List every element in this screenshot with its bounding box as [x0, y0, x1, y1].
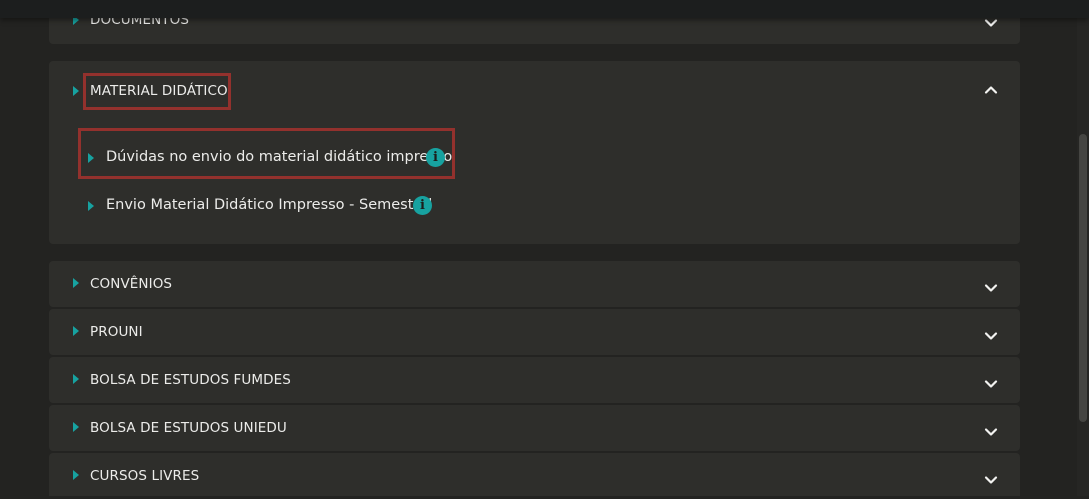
accordion-convenios: CONVÊNIOS: [49, 261, 1020, 307]
chevron-down-icon[interactable]: [984, 425, 998, 439]
accordion-header-convenios[interactable]: CONVÊNIOS: [49, 261, 1020, 307]
scrollbar-thumb[interactable]: [1079, 134, 1087, 422]
caret-right-icon: [88, 153, 94, 163]
accordion-title: MATERIAL DIDÁTICO: [90, 83, 228, 99]
caret-right-icon: [73, 470, 79, 480]
chevron-down-icon[interactable]: [984, 377, 998, 391]
caret-right-icon: [73, 326, 79, 336]
accordion-header-cursos-livres[interactable]: CURSOS LIVRES: [49, 453, 1020, 499]
accordion-bolsa-fumdes: BOLSA DE ESTUDOS FUMDES: [49, 357, 1020, 403]
caret-right-icon: [88, 201, 94, 211]
accordion-title: CONVÊNIOS: [90, 276, 173, 292]
chevron-up-icon[interactable]: [984, 83, 998, 97]
chevron-down-icon[interactable]: [984, 16, 998, 30]
chevron-down-icon[interactable]: [984, 329, 998, 343]
caret-right-icon: [73, 278, 79, 288]
info-icon[interactable]: i: [426, 148, 445, 167]
caret-right-icon: [73, 374, 79, 384]
accordion-header-bolsa-fumdes[interactable]: BOLSA DE ESTUDOS FUMDES: [49, 357, 1020, 403]
list-item[interactable]: Dúvidas no envio do material didático im…: [88, 146, 458, 170]
info-icon[interactable]: i: [413, 196, 432, 215]
accordion-header-bolsa-uniedu[interactable]: BOLSA DE ESTUDOS UNIEDU: [49, 405, 1020, 451]
accordion-title: BOLSA DE ESTUDOS UNIEDU: [90, 420, 287, 436]
accordion-material-didatico: MATERIAL DIDÁTICO Dúvidas no envio do ma…: [49, 61, 1020, 244]
list-item-label: Envio Material Didático Impresso - Semes…: [106, 197, 433, 213]
top-bar: [0, 0, 1089, 18]
accordion-header-prouni[interactable]: PROUNI: [49, 309, 1020, 355]
accordion-title: BOLSA DE ESTUDOS FUMDES: [90, 372, 291, 388]
caret-right-icon: [73, 86, 79, 96]
scrollbar[interactable]: [1077, 0, 1089, 496]
accordion-title: CURSOS LIVRES: [90, 468, 200, 484]
accordion-title: PROUNI: [90, 324, 143, 340]
caret-right-icon: [73, 422, 79, 432]
chevron-down-icon[interactable]: [984, 281, 998, 295]
accordion-bolsa-uniedu: BOLSA DE ESTUDOS UNIEDU: [49, 405, 1020, 451]
accordion-prouni: PROUNI: [49, 309, 1020, 355]
chevron-down-icon[interactable]: [984, 473, 998, 487]
accordion-header-material-didatico[interactable]: MATERIAL DIDÁTICO: [49, 61, 1020, 121]
list-item-label: Dúvidas no envio do material didático im…: [106, 149, 453, 165]
list-item[interactable]: Envio Material Didático Impresso - Semes…: [88, 194, 448, 218]
accordion-cursos-livres: CURSOS LIVRES: [49, 453, 1020, 496]
